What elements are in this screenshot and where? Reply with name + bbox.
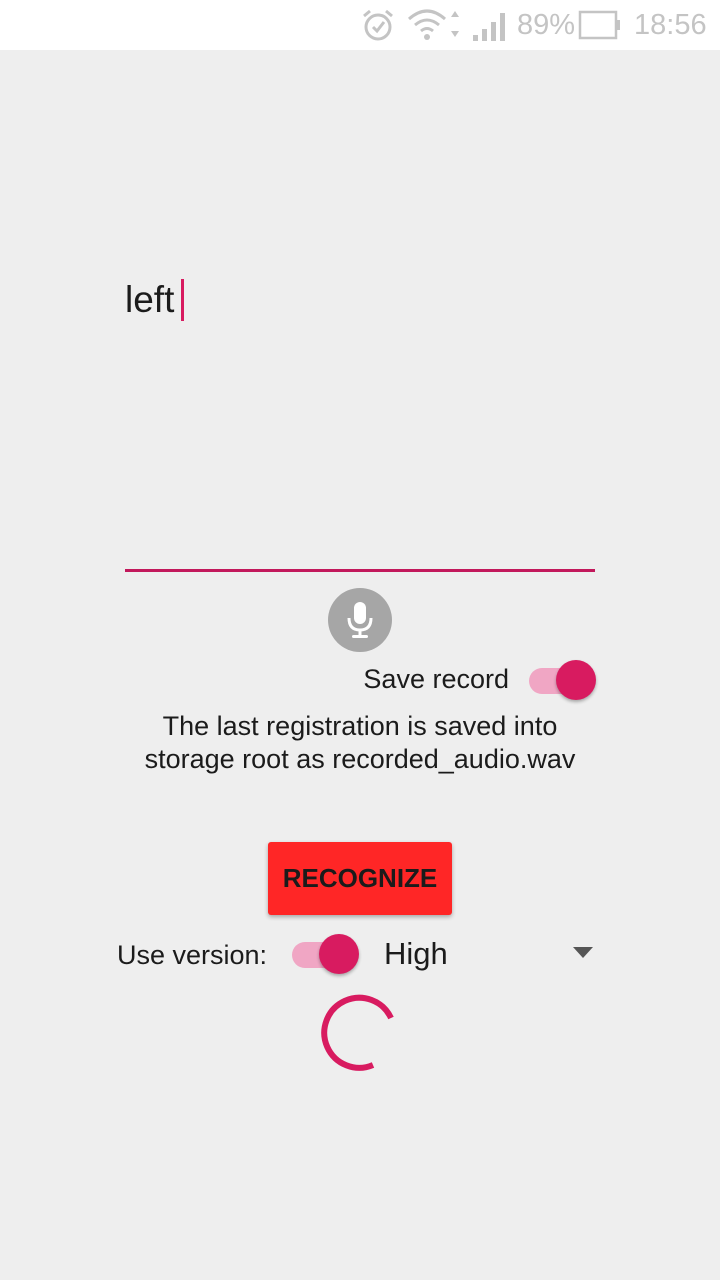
- text-field-content: left: [125, 278, 185, 322]
- text-field-underline: [125, 569, 595, 572]
- save-record-row: Save record: [0, 656, 720, 704]
- text-cursor: [181, 279, 185, 321]
- clock-time: 18:56: [634, 8, 707, 41]
- speech-text-field[interactable]: left: [125, 270, 595, 570]
- battery-icon: [578, 0, 622, 50]
- microphone-button[interactable]: [328, 588, 392, 652]
- loading-spinner: [315, 985, 405, 1075]
- dropdown-arrow-icon: [573, 947, 593, 958]
- save-record-switch[interactable]: [529, 656, 597, 704]
- microphone-icon: [347, 602, 373, 638]
- version-switch[interactable]: [292, 930, 360, 978]
- signal-icon: [471, 0, 511, 50]
- info-text: The last registration is saved into stor…: [0, 710, 720, 776]
- use-version-label: Use version:: [117, 940, 268, 970]
- info-line-1: The last registration is saved into: [162, 711, 558, 741]
- version-dropdown[interactable]: High: [384, 930, 596, 980]
- status-bar: 89% 18:56: [0, 0, 720, 50]
- save-record-label: Save record: [363, 664, 509, 694]
- recognize-button[interactable]: RECOGNIZE: [268, 842, 452, 915]
- recognized-text: left: [125, 279, 175, 320]
- alarm-icon: [360, 0, 396, 50]
- version-selected-value: High: [384, 936, 448, 971]
- version-row: Use version: High: [0, 930, 720, 980]
- switch-thumb: [319, 934, 359, 974]
- info-line-2: storage root as recorded_audio.wav: [144, 744, 576, 774]
- battery-percent: 89%: [517, 8, 576, 41]
- wifi-icon: [407, 0, 463, 50]
- switch-thumb: [556, 660, 596, 700]
